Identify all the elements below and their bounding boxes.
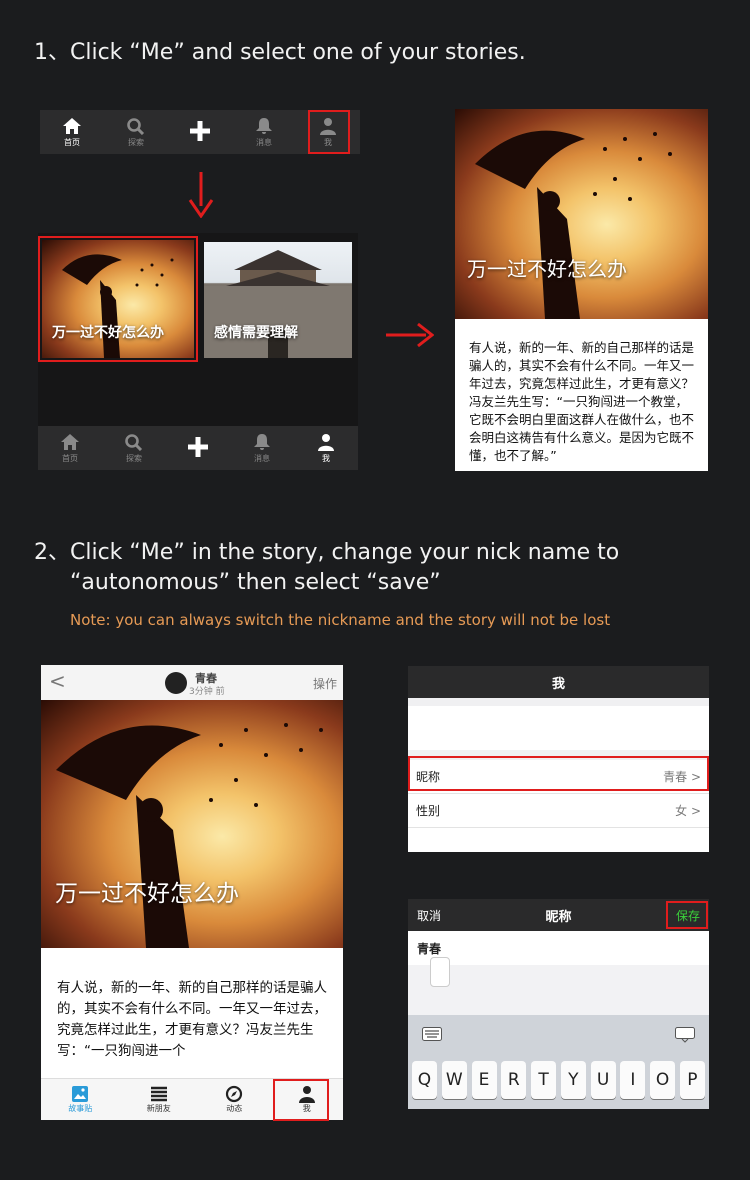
tab-explore-label: 探索	[128, 137, 144, 147]
nickname-edit-title: 昵称	[545, 909, 572, 925]
plus-icon	[188, 437, 208, 457]
bell-icon	[254, 433, 270, 450]
chevron-right-icon: >	[690, 804, 701, 818]
tab-me-bottom[interactable]: 我	[299, 426, 353, 470]
highlight-story-1	[38, 236, 198, 362]
plus-icon	[190, 121, 210, 141]
highlight-me-story	[273, 1079, 329, 1121]
profile-blank-bottom	[408, 828, 709, 852]
highlight-me-tab	[308, 110, 350, 154]
home-icon	[61, 433, 79, 450]
keyboard-icon[interactable]	[422, 1027, 442, 1041]
nickname-navbar: 取消 昵称 保存	[408, 899, 709, 931]
list-icon	[150, 1086, 167, 1102]
story-card-2-title: 感情需要理解	[214, 325, 298, 341]
tab-messages[interactable]: 消息	[237, 110, 291, 154]
tab-new-friends[interactable]: 新朋友	[147, 1085, 171, 1114]
tabbar-bottom: 首页 探索 消息 我	[38, 426, 358, 470]
cancel-button[interactable]: 取消	[417, 907, 441, 924]
nickname-input-area	[408, 957, 709, 1015]
key-u[interactable]: U	[590, 1061, 616, 1099]
tab-new-friends-label: 新朋友	[146, 1104, 171, 1113]
tab-messages-label: 消息	[256, 137, 272, 147]
story-detail-title: 万一过不好怎么办	[467, 257, 627, 281]
tab-add-bottom[interactable]	[171, 426, 225, 470]
tab-home-bottom[interactable]: 首页	[43, 426, 97, 470]
key-y[interactable]: Y	[560, 1061, 586, 1099]
person-icon	[318, 433, 334, 451]
story-detail-text: 有人说，新的一年、新的自己那样的话是骗人的，其实不会有什么不同。一年又一年过去，…	[455, 319, 708, 471]
tab-home-label: 首页	[64, 137, 80, 147]
profile-navbar: 我	[408, 666, 709, 698]
profile-blank-row	[408, 706, 709, 750]
keyboard-row-1: Q W E R T Y U I O P	[412, 1061, 705, 1099]
key-e[interactable]: E	[471, 1061, 497, 1099]
tab-messages-bottom[interactable]: 消息	[235, 426, 289, 470]
search-icon	[125, 433, 143, 451]
keyboard-dismiss-icon[interactable]	[675, 1027, 695, 1043]
tab-home-bottom-label: 首页	[62, 453, 78, 463]
tab-explore-bottom-label: 探索	[126, 453, 142, 463]
arrow-down-icon	[188, 172, 214, 218]
search-icon	[127, 117, 145, 135]
tab-explore-bottom[interactable]: 探索	[107, 426, 161, 470]
story-large-title: 万一过不好怎么办	[55, 881, 239, 907]
gender-label: 性别	[416, 804, 441, 818]
compass-icon	[226, 1085, 243, 1103]
nickname-edit-panel: 取消 昵称 保存 青春 Q W E R T Y U I O P	[408, 899, 709, 1109]
key-q[interactable]: Q	[412, 1061, 437, 1099]
action-button[interactable]: 操作	[313, 675, 337, 692]
highlight-nickname-row	[408, 756, 709, 791]
umbrella-silhouette-icon	[56, 723, 323, 948]
tab-me-bottom-label: 我	[322, 453, 330, 463]
gender-value: 女	[675, 804, 688, 818]
tab-activity[interactable]: 动态	[225, 1085, 243, 1114]
profile-title: 我	[551, 676, 565, 692]
key-i[interactable]: I	[620, 1061, 646, 1099]
arrow-right-icon	[386, 322, 434, 348]
image-icon	[72, 1086, 89, 1102]
post-time: 3分钟 前	[189, 687, 225, 697]
tab-explore[interactable]: 探索	[109, 110, 163, 154]
tab-activity-label: 动态	[226, 1104, 243, 1113]
step2-heading-line1: 2、Click “Me” in the story, change your n…	[34, 540, 620, 565]
tab-stories[interactable]: 故事贴	[68, 1085, 92, 1114]
home-icon	[63, 117, 81, 134]
tab-add[interactable]	[173, 110, 227, 154]
highlight-save-button	[666, 901, 708, 929]
key-t[interactable]: T	[531, 1061, 557, 1099]
keyboard: Q W E R T Y U I O P	[408, 1015, 709, 1109]
gender-row[interactable]: 性别 女 >	[408, 794, 709, 828]
story-large-text: 有人说，新的一年、新的自己那样的话是骗人的，其实不会有什么不同。一年又一年过去，…	[41, 948, 343, 1078]
key-w[interactable]: W	[441, 1061, 467, 1099]
avatar[interactable]	[165, 672, 187, 694]
key-p[interactable]: P	[679, 1061, 705, 1099]
story-photo-large: 万一过不好怎么办	[41, 700, 343, 948]
tab-messages-bottom-label: 消息	[254, 453, 270, 463]
step2-heading-line2: “autonomous” then select “save”	[70, 570, 441, 595]
key-o[interactable]: O	[650, 1061, 676, 1099]
back-button[interactable]: <	[49, 669, 66, 693]
step1-heading: 1、Click “Me” and select one of your stor…	[34, 40, 526, 65]
tab-stories-label: 故事贴	[68, 1104, 93, 1113]
story-header: < 青春 3分钟 前 操作	[41, 665, 343, 700]
step2-note: Note: you can always switch the nickname…	[70, 611, 611, 629]
umbrella-silhouette-icon	[475, 130, 672, 319]
story-detail-photo: 万一过不好怎么办	[455, 109, 708, 319]
story-card-2[interactable]: 感情需要理解	[204, 242, 352, 358]
bell-icon	[256, 117, 272, 134]
key-r[interactable]: R	[501, 1061, 527, 1099]
text-cursor-handle[interactable]	[430, 957, 450, 987]
tab-home[interactable]: 首页	[45, 110, 99, 154]
nickname-input[interactable]: 青春	[408, 931, 709, 965]
